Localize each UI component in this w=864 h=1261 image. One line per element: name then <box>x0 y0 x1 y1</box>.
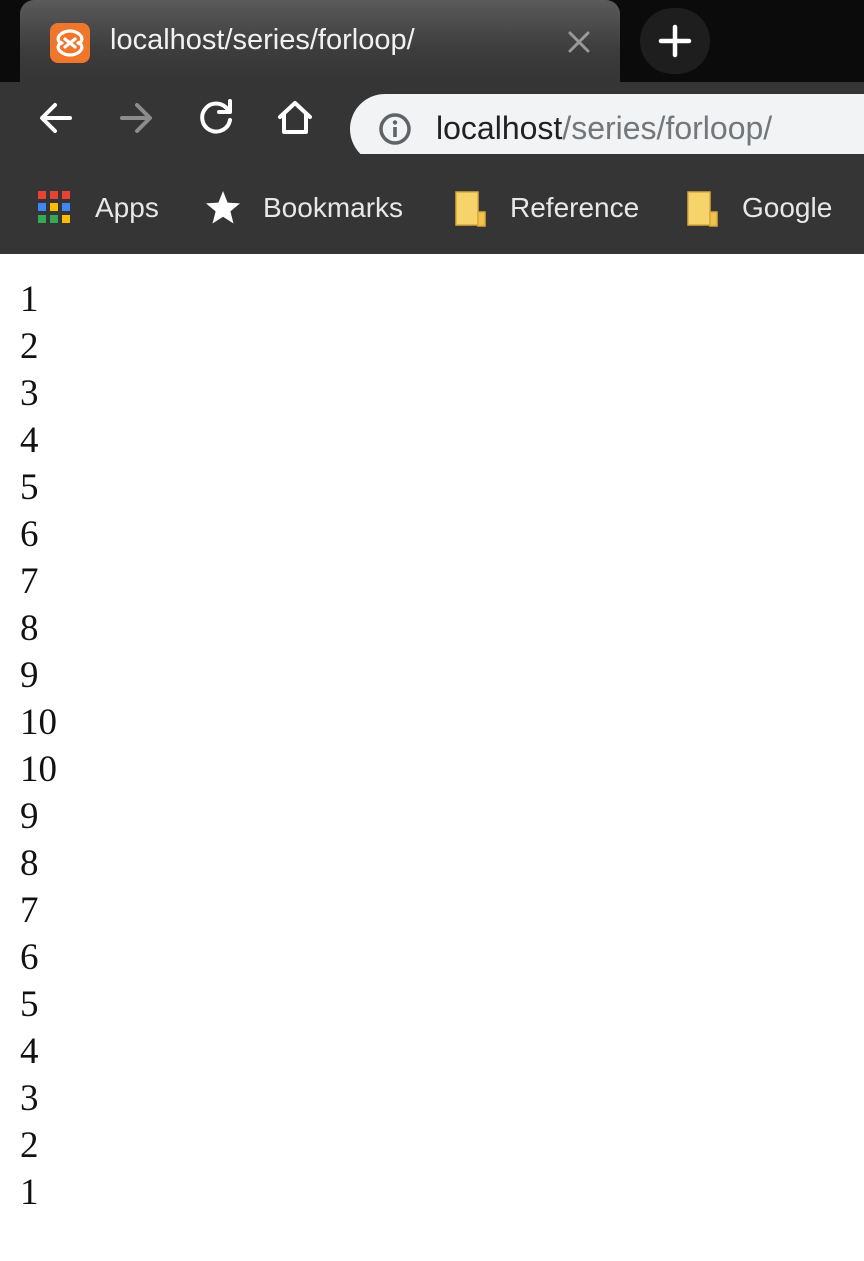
url-path: /series/forloop/ <box>562 110 773 146</box>
home-button[interactable] <box>273 96 317 140</box>
star-icon <box>206 191 240 224</box>
output-line: 6 <box>20 514 39 555</box>
xampp-icon <box>50 23 90 63</box>
output-line: 6 <box>20 937 39 978</box>
output-line: 9 <box>20 655 39 696</box>
url-host: localhost <box>436 110 563 146</box>
output-line: 4 <box>20 420 39 461</box>
reload-icon <box>200 99 232 134</box>
home-icon <box>278 101 312 134</box>
forward-arrow-icon <box>120 103 152 133</box>
plus-icon <box>658 24 692 58</box>
bookmark-label: Google <box>742 192 833 223</box>
output-line: 1 <box>20 1172 39 1213</box>
new-tab-button[interactable] <box>640 8 710 74</box>
output-line: 8 <box>20 608 39 649</box>
bookmark-label: Bookmarks <box>263 192 404 223</box>
output-line: 7 <box>20 561 39 602</box>
bookmarks-bar: Apps Bookmarks Reference Google <box>0 154 864 254</box>
bookmark-label: Apps <box>95 192 159 223</box>
output-line: 2 <box>20 1125 39 1166</box>
tab-strip: localhost/series/forloop/ <box>0 0 864 82</box>
output-line: 5 <box>20 467 39 508</box>
bookmark-label: Reference <box>510 192 640 223</box>
output-line: 3 <box>20 1078 39 1119</box>
back-arrow-icon <box>40 103 72 133</box>
output-line: 4 <box>20 1031 39 1072</box>
info-icon[interactable] <box>378 112 412 146</box>
output-line: 2 <box>20 326 39 367</box>
output-line: 7 <box>20 890 39 931</box>
tab-title: localhost/series/forloop/ <box>110 24 415 56</box>
url-text[interactable]: localhost/series/forloop/ <box>436 110 772 147</box>
output-line: 8 <box>20 843 39 884</box>
output-line: 1 <box>20 279 39 320</box>
tab-close-icon[interactable] <box>566 29 592 55</box>
browser-toolbar: localhost/series/forloop/ <box>0 82 864 164</box>
reload-button[interactable] <box>194 96 238 140</box>
folder-icon <box>687 191 718 227</box>
browser-tab[interactable]: localhost/series/forloop/ <box>20 0 620 82</box>
output-line: 3 <box>20 373 39 414</box>
page-content: 1 2 3 4 5 6 7 8 9 10 10 9 8 7 6 5 4 3 2 … <box>20 276 840 1216</box>
folder-icon <box>455 191 486 227</box>
output-line: 10 <box>20 702 57 743</box>
back-button[interactable] <box>34 96 78 140</box>
forward-button[interactable] <box>114 96 158 140</box>
output-line: 5 <box>20 984 39 1025</box>
output-line: 9 <box>20 796 39 837</box>
apps-grid-icon <box>38 191 70 223</box>
output-line: 10 <box>20 749 57 790</box>
